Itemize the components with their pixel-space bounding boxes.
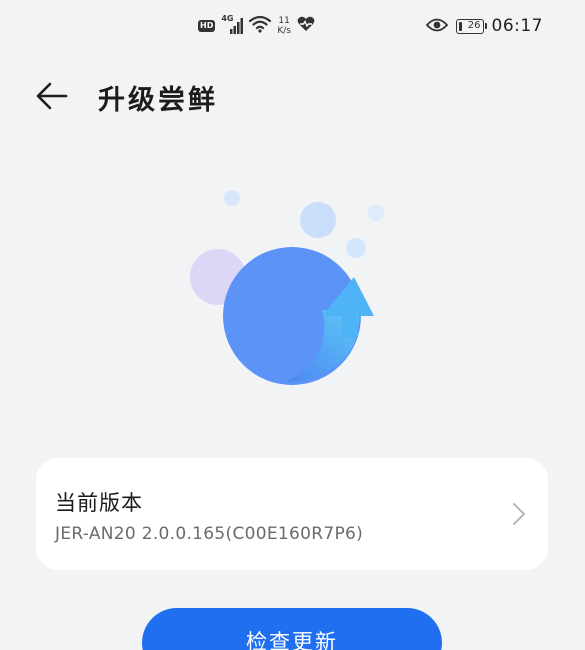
cellular-signal-icon: 4G (221, 14, 244, 35)
update-page: HD 4G 11 K/s 26 06:17 升级尝鲜 当前版本 JER-AN20… (0, 0, 585, 650)
back-button[interactable] (30, 76, 74, 116)
arrow-left-icon (36, 82, 68, 110)
status-bar: HD 4G 11 K/s 26 06:17 (0, 0, 585, 50)
hd-badge: HD (198, 20, 216, 32)
current-version-card[interactable]: 当前版本 JER-AN20 2.0.0.165(C00E160R7P6) (36, 458, 548, 570)
update-arrow-icon (190, 190, 384, 385)
status-time: 06:17 (491, 16, 543, 36)
status-right: 26 06:17 (425, 13, 544, 39)
eye-comfort-icon (425, 17, 448, 36)
current-version-title: 当前版本 (55, 491, 143, 515)
status-indicators: HD 4G 11 K/s (198, 12, 315, 40)
chevron-right-icon (512, 502, 526, 530)
check-update-button[interactable]: 检查更新 (142, 608, 442, 650)
page-title: 升级尝鲜 (98, 85, 218, 116)
current-version-value: JER-AN20 2.0.0.165(C00E160R7P6) (55, 524, 364, 544)
network-speed-value: 11 (278, 16, 290, 26)
health-heart-icon (297, 16, 315, 36)
update-illustration (0, 170, 585, 430)
network-speed-unit: K/s (277, 26, 291, 36)
battery-fill (458, 21, 462, 31)
battery-icon: 26 (455, 18, 487, 34)
app-header: 升级尝鲜 (0, 70, 585, 122)
battery-level: 26 (467, 20, 481, 31)
network-type-label: 4G (221, 14, 234, 23)
wifi-icon (249, 15, 272, 37)
check-update-label: 检查更新 (246, 630, 338, 650)
network-speed: 11 K/s (277, 16, 291, 36)
